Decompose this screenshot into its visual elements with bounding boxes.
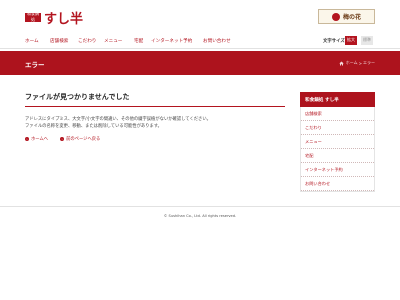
site-logo[interactable]: 和食鍋処 すし半 [25,9,84,27]
nav-item-contact[interactable]: お問い合わせ [203,38,231,44]
error-message-line-2: ファイルの名称を変更、移動、または削除している可能性があります。 [25,124,162,129]
arrow-right-icon: › [25,137,29,141]
home-link[interactable]: › ホームへ [25,136,48,142]
banner-text: 梅の花 [342,14,361,21]
error-links: › ホームへ › 前のページへ戻る [25,136,285,142]
site-header: 和食鍋処 すし半 梅の花 [0,0,400,33]
umenohana-banner[interactable]: 梅の花 [318,9,375,24]
nav-item-delivery[interactable]: 宅配 [134,38,143,44]
error-message: アドレスにタイプミス、大文字/小文字の間違い、その他の綴字誤植がないか確認してく… [25,116,285,130]
sidebar-item-store-search[interactable]: 店舗検索 [301,107,374,121]
font-size-large-button[interactable]: 拡大 [345,35,357,45]
nav-item-commitment[interactable]: こだわり [78,38,96,44]
breadcrumb-current: エラー [363,60,375,65]
font-size-standard-button[interactable]: 標準 [361,35,373,45]
logo-badge: 和食鍋処 [25,11,41,22]
font-size-label: 文字サイズ [323,39,345,44]
main-content: ファイルが見つかりませんでした アドレスにタイプミス、大文字/小文字の間違い、そ… [25,92,285,142]
sidebar-list: 店舗検索 こだわり メニュー 宅配 インターネット予約 お問い合わせ [300,107,375,192]
sidebar-heading[interactable]: 和食鍋処 すし半 [300,92,375,107]
breadcrumb-separator: > [358,60,362,66]
back-link[interactable]: › 前のページへ戻る [60,136,100,142]
nav-item-home[interactable]: ホーム [25,38,39,44]
breadcrumb: ホーム > エラー [339,60,375,66]
nav-item-menu[interactable]: メニュー [104,38,122,44]
home-icon [339,61,344,65]
home-link-label: ホームへ [31,137,49,142]
site-footer: © Sushihan Co., Ltd. All rights reserved… [0,206,400,224]
error-heading: ファイルが見つかりませんでした [25,92,285,107]
error-message-line-1: アドレスにタイプミス、大文字/小文字の間違い、その他の綴字誤植がないか確認してく… [25,117,211,122]
nav-item-store-search[interactable]: 店舗検索 [50,38,68,44]
title-bar: エラー ホーム > エラー [0,51,400,75]
page-title: エラー [25,61,45,69]
sidebar-item-contact[interactable]: お問い合わせ [301,177,374,191]
sidebar: 和食鍋処 すし半 店舗検索 こだわり メニュー 宅配 インターネット予約 お問い… [300,92,375,192]
breadcrumb-home[interactable]: ホーム [346,60,358,66]
nav-item-reservation[interactable]: インターネット予約 [151,38,192,44]
sidebar-item-commitment[interactable]: こだわり [301,121,374,135]
flower-icon [331,12,340,21]
back-link-label: 前のページへ戻る [66,137,101,142]
global-nav: ホーム 店舗検索 こだわり メニュー 宅配 インターネット予約 お問い合わせ 文… [0,33,400,49]
sidebar-item-delivery[interactable]: 宅配 [301,149,374,163]
sidebar-item-reservation[interactable]: インターネット予約 [301,163,374,177]
logo-text: すし半 [44,11,84,27]
arrow-right-icon: › [60,137,65,141]
sidebar-item-menu[interactable]: メニュー [301,135,374,149]
copyright: © Sushihan Co., Ltd. All rights reserved… [163,213,237,218]
